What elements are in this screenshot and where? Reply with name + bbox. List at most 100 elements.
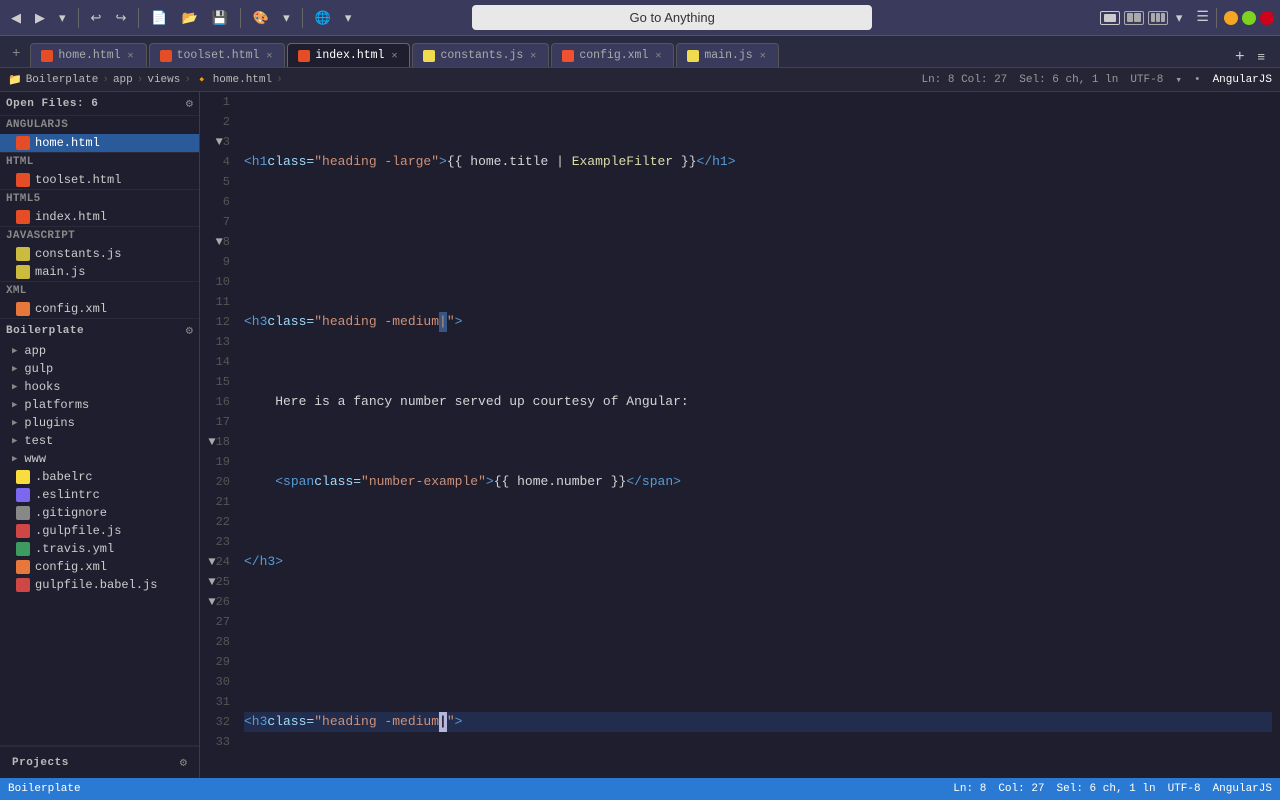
open-folder-button[interactable]: 📂 [177,7,203,29]
line-num-4: 4 [206,152,230,172]
label-babelrc: .babelrc [35,470,93,484]
icon-gulpfile-babel [16,578,30,592]
layout-split-icon[interactable] [1124,11,1144,25]
projects-gear[interactable]: ⚙ [180,755,187,770]
status-project: Boilerplate [8,783,81,795]
status-sep: • [1194,74,1201,86]
folder-label-gulp: gulp [24,362,53,376]
html-section: HTML toolset.html [0,153,199,190]
code-content[interactable]: <h1 class="heading -large">{{ home.title… [236,92,1280,778]
goto-input[interactable] [472,5,872,30]
line-num-3: ▼3 [206,132,230,152]
file-config-xml-proj[interactable]: config.xml [0,558,199,576]
sidebar-item-main-js[interactable]: main.js [0,263,199,281]
tab-label-config: config.xml [579,49,648,62]
html5-section: HTML5 index.html [0,190,199,227]
project-section: Boilerplate ⚙ ▶ app ▶ gulp ▶ hooks ▶ pla… [0,319,199,746]
folder-label-hooks: hooks [24,380,60,394]
sidebar-item-constants[interactable]: constants.js [0,245,199,263]
redo-button[interactable]: ↪ [110,7,131,29]
file-gitignore[interactable]: .gitignore [0,504,199,522]
line-num-8: ▼8 [206,232,230,252]
bc-boilerplate[interactable]: Boilerplate [26,74,99,86]
label-config-xml-proj: config.xml [35,560,107,574]
open-files-header[interactable]: Open Files: 6 ⚙ [0,92,199,115]
file-travis-yml[interactable]: .travis.yml [0,540,199,558]
status-encoding-dropdown[interactable]: ▾ [1175,73,1182,87]
maximize-button[interactable] [1242,11,1256,25]
tab-close-index[interactable]: ✕ [389,50,399,62]
browser-button[interactable]: 🌐 [310,7,336,29]
folder-hooks[interactable]: ▶ hooks [0,378,199,396]
label-gulpfile: .gulpfile.js [35,524,121,538]
tab-close-constants[interactable]: ✕ [528,50,538,62]
code-line-8: <h3 class="heading -medium|"> [244,712,1272,732]
open-files-gear[interactable]: ⚙ [186,96,193,111]
forward-button[interactable]: ▶ [30,7,50,29]
close-button[interactable] [1260,11,1274,25]
file-name-home: home.html [35,136,100,150]
bc-app[interactable]: app [113,74,133,86]
project-gear[interactable]: ⚙ [186,323,193,338]
layout-single-icon[interactable] [1100,11,1120,25]
status-sel: Sel: 6 ch, 1 ln [1019,74,1118,86]
tab-menu-button[interactable]: ≡ [1252,46,1270,67]
theme-button[interactable]: 🎨 [248,7,274,29]
tab-close-toolset[interactable]: ✕ [264,50,274,62]
angularjs-label: AngularJS [0,116,199,134]
sidebar-item-config-xml[interactable]: config.xml [0,300,199,318]
browser-dropdown[interactable]: ▾ [340,7,357,29]
code-area[interactable]: 1 2 ▼3 4 5 6 7 ▼8 9 10 11 12 13 14 15 16… [200,92,1280,778]
tab-new[interactable]: + [4,41,28,67]
back-button[interactable]: ◀ [6,7,26,29]
new-file-button[interactable]: 📄 [146,7,172,29]
layout-dropdown[interactable]: ▾ [1172,8,1187,28]
line-num-14: 14 [206,352,230,372]
file-babelrc[interactable]: .babelrc [0,468,199,486]
tab-close-config[interactable]: ✕ [653,50,663,62]
folder-gulp[interactable]: ▶ gulp [0,360,199,378]
folder-platforms[interactable]: ▶ platforms [0,396,199,414]
nav-dropdown[interactable]: ▾ [54,7,71,29]
minimize-button[interactable] [1224,11,1238,25]
sidebar-item-home-html[interactable]: home.html [0,134,199,152]
project-header[interactable]: Boilerplate ⚙ [0,319,199,342]
status-angularjs: AngularJS [1213,783,1272,795]
tab-constants-js[interactable]: constants.js ✕ [412,43,549,67]
bc-home-html[interactable]: home.html [213,74,272,86]
sidebar-item-index[interactable]: index.html [0,208,199,226]
folder-app[interactable]: ▶ app [0,342,199,360]
layout-triple-icon[interactable] [1148,11,1168,25]
code-line-5: <span class="number-example">{{ home.num… [244,472,1272,492]
tab-main-js[interactable]: main.js ✕ [676,43,778,67]
undo-button[interactable]: ↩ [86,7,107,29]
tab-home-html[interactable]: home.html ✕ [30,43,146,67]
hamburger-menu[interactable]: ☰ [1196,9,1209,26]
project-label: Boilerplate [6,325,84,337]
tab-config-xml[interactable]: config.xml ✕ [551,43,674,67]
code-line-2 [244,232,1272,252]
sidebar-item-toolset[interactable]: toolset.html [0,171,199,189]
tab-close-main[interactable]: ✕ [758,50,768,62]
folder-label-plugins: plugins [24,416,74,430]
xml-section: XML config.xml [0,282,199,319]
bc-views[interactable]: views [147,74,180,86]
folder-www[interactable]: ▶ www [0,450,199,468]
file-gulpfile-js[interactable]: .gulpfile.js [0,522,199,540]
tab-toolset-html[interactable]: toolset.html ✕ [149,43,286,67]
file-gulpfile-babel[interactable]: gulpfile.babel.js [0,576,199,594]
line-num-11: 11 [206,292,230,312]
folder-plugins[interactable]: ▶ plugins [0,414,199,432]
file-eslintrc[interactable]: .eslintrc [0,486,199,504]
theme-dropdown[interactable]: ▾ [278,7,295,29]
save-button[interactable]: 💾 [207,7,233,29]
line-num-26: ▼26 [206,592,230,612]
icon-travis [16,542,30,556]
tab-close-home[interactable]: ✕ [126,50,136,62]
icon-eslintrc [16,488,30,502]
folder-test[interactable]: ▶ test [0,432,199,450]
icon-gitignore [16,506,30,520]
projects-header[interactable]: Projects ⚙ [6,751,193,774]
tab-add-button[interactable]: + [1231,48,1248,66]
tab-index-html[interactable]: index.html ✕ [287,43,410,67]
